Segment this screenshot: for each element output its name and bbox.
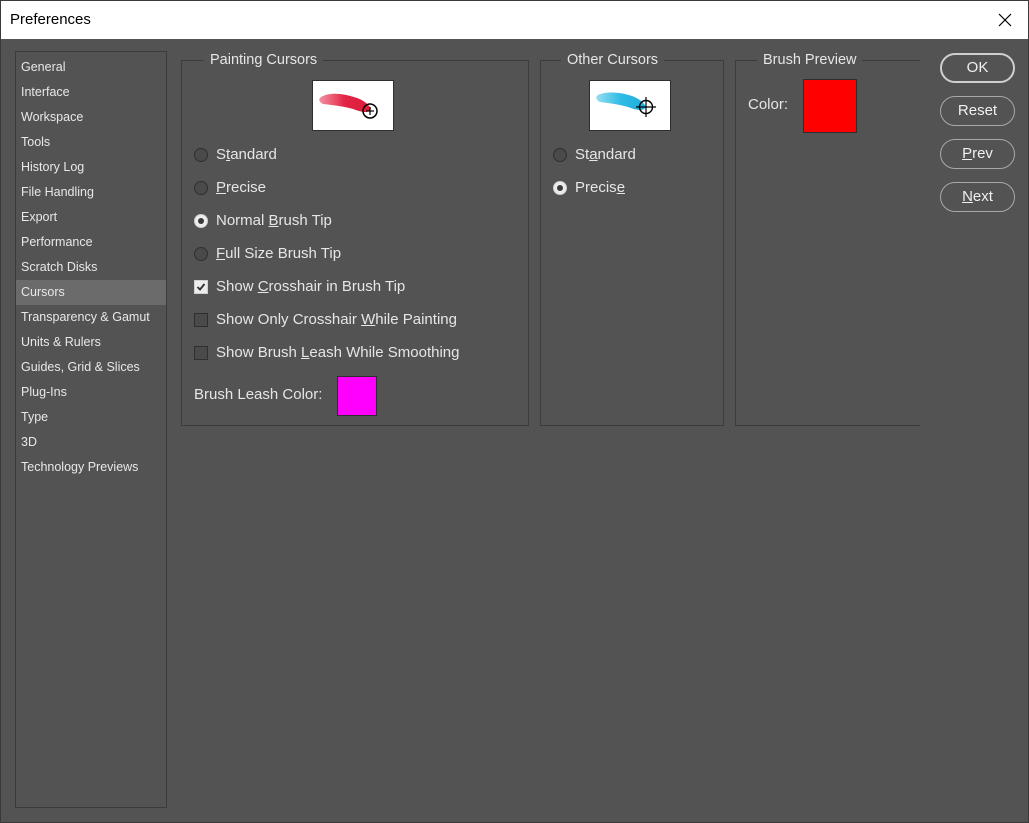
other-cursors-group: Other Cursors Standard Precise xyxy=(540,52,724,426)
next-button[interactable]: Next xyxy=(940,182,1015,212)
painting-full-size-brush-tip-radio[interactable]: Full Size Brush Tip xyxy=(194,245,341,262)
brush-preview-title: Brush Preview xyxy=(757,52,863,69)
reset-button[interactable]: Reset xyxy=(940,96,1015,126)
brush-preview-color-label: Color: xyxy=(748,96,789,113)
sidebar-item-plug-ins[interactable]: Plug-Ins xyxy=(16,380,166,405)
painting-precise-radio[interactable]: Precise xyxy=(194,179,266,196)
sidebar-item-workspace[interactable]: Workspace xyxy=(16,105,166,130)
sidebar-item-guides-grid-slices[interactable]: Guides, Grid & Slices xyxy=(16,355,166,380)
painting-normal-brush-tip-label: Normal Brush Tip xyxy=(216,212,332,229)
checkbox-icon xyxy=(194,345,208,360)
show-brush-leash-checkbox[interactable]: Show Brush Leash While Smoothing xyxy=(194,344,459,361)
sidebar-item-3d[interactable]: 3D xyxy=(16,430,166,455)
sidebar-item-transparency-gamut[interactable]: Transparency & Gamut xyxy=(16,305,166,330)
close-button[interactable] xyxy=(982,1,1028,39)
checkmark-icon xyxy=(196,282,206,291)
other-cursors-title: Other Cursors xyxy=(561,52,665,69)
show-crosshair-checkbox[interactable]: Show Crosshair in Brush Tip xyxy=(194,278,405,295)
other-standard-radio[interactable]: Standard xyxy=(553,146,636,163)
painting-precise-label: Precise xyxy=(216,179,267,196)
brush-leash-color-swatch[interactable] xyxy=(337,376,377,416)
sidebar-item-units-rulers[interactable]: Units & Rulers xyxy=(16,330,166,355)
painting-normal-brush-tip-radio[interactable]: Normal Brush Tip xyxy=(194,212,332,229)
brush-leash-color-label: Brush Leash Color: xyxy=(194,386,323,403)
window-title: Preferences xyxy=(10,11,91,28)
brush-preview-group: Brush Preview Color: xyxy=(735,52,920,426)
preferences-dialog: Preferences General Interface Workspace … xyxy=(0,0,1029,823)
prev-button[interactable]: Prev xyxy=(940,139,1015,169)
sidebar-item-performance[interactable]: Performance xyxy=(16,230,166,255)
radio-icon xyxy=(194,180,208,195)
painting-cursor-preview xyxy=(312,80,394,131)
painting-full-size-brush-tip-label: Full Size Brush Tip xyxy=(216,245,342,262)
sidebar-item-history-log[interactable]: History Log xyxy=(16,155,166,180)
painting-cursors-title: Painting Cursors xyxy=(204,52,324,69)
sidebar-item-technology-previews[interactable]: Technology Previews xyxy=(16,455,166,480)
radio-icon xyxy=(194,147,208,162)
sidebar-item-interface[interactable]: Interface xyxy=(16,80,166,105)
sidebar-item-type[interactable]: Type xyxy=(16,405,166,430)
checkbox-checked-icon xyxy=(194,279,208,294)
show-only-crosshair-label: Show Only Crosshair While Painting xyxy=(216,311,457,328)
radio-selected-icon xyxy=(553,180,567,195)
sidebar-item-scratch-disks[interactable]: Scratch Disks xyxy=(16,255,166,280)
title-bar: Preferences xyxy=(1,1,1028,39)
other-precise-label: Precise xyxy=(575,179,626,196)
sidebar-item-general[interactable]: General xyxy=(16,55,166,80)
show-crosshair-label: Show Crosshair in Brush Tip xyxy=(216,278,406,295)
other-standard-label: Standard xyxy=(575,146,636,163)
brush-preview-color-swatch[interactable] xyxy=(803,79,857,133)
painting-cursors-group: Painting Cursors Standard Precise Normal… xyxy=(181,52,529,426)
sidebar-item-cursors[interactable]: Cursors xyxy=(16,280,166,305)
sidebar-item-export[interactable]: Export xyxy=(16,205,166,230)
sidebar-item-tools[interactable]: Tools xyxy=(16,130,166,155)
close-icon xyxy=(998,13,1012,27)
sidebar-item-file-handling[interactable]: File Handling xyxy=(16,180,166,205)
radio-icon xyxy=(194,246,208,261)
painting-standard-radio[interactable]: Standard xyxy=(194,146,277,163)
red-brush-stroke-crosshair-icon xyxy=(319,93,378,119)
painting-standard-label: Standard xyxy=(216,146,277,163)
checkbox-icon xyxy=(194,312,208,327)
radio-icon xyxy=(553,147,567,162)
show-brush-leash-label: Show Brush Leash While Smoothing xyxy=(216,344,460,361)
show-only-crosshair-checkbox[interactable]: Show Only Crosshair While Painting xyxy=(194,311,457,328)
other-precise-radio[interactable]: Precise xyxy=(553,179,625,196)
other-cursor-preview xyxy=(589,80,671,131)
ok-button[interactable]: OK xyxy=(940,53,1015,83)
blue-brush-stroke-crosshair-icon xyxy=(596,92,656,117)
radio-selected-icon xyxy=(194,213,208,228)
preferences-sidebar: General Interface Workspace Tools Histor… xyxy=(15,51,167,808)
